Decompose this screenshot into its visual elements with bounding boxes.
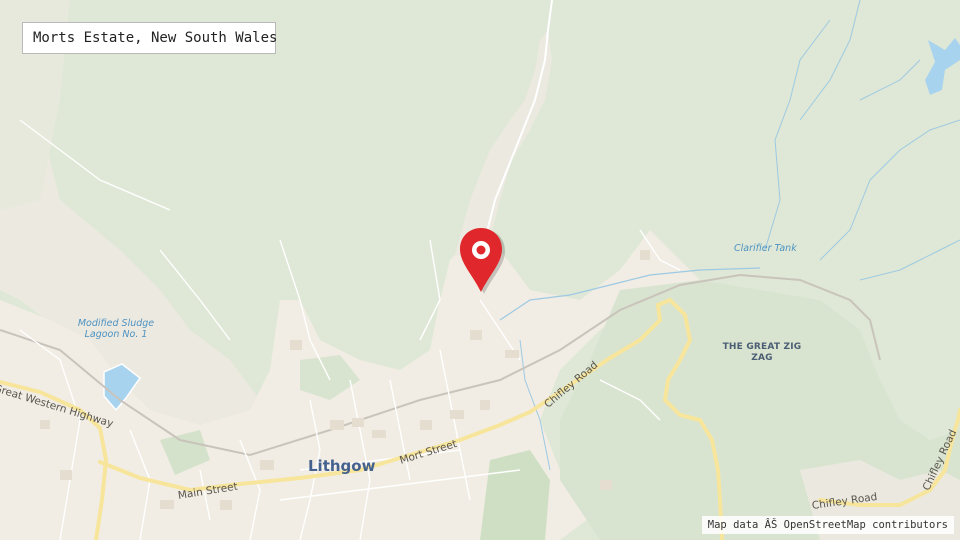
location-search-text[interactable]: Morts Estate, New South Wales bbox=[33, 30, 277, 46]
great-zig-zag-label-line-2: ZAG bbox=[751, 353, 773, 363]
great-zig-zag-label: THE GREAT ZIG ZAG bbox=[718, 342, 806, 364]
sludge-lagoon-label-line-1: Modified Sludge bbox=[77, 318, 155, 329]
town-label-lithgow: Lithgow bbox=[308, 457, 376, 475]
location-search-box[interactable]: Morts Estate, New South Wales bbox=[22, 22, 277, 54]
clarifier-tank-label: Clarifier Tank bbox=[734, 243, 797, 254]
sludge-lagoon-label-line-2: Lagoon No. 1 bbox=[84, 329, 148, 340]
map-attribution[interactable]: Map data ÂŠ OpenStreetMap contributors bbox=[701, 516, 954, 534]
sludge-lagoon-label: Modified Sludge Lagoon No. 1 bbox=[72, 318, 160, 340]
map-pin-icon[interactable] bbox=[458, 228, 506, 296]
map-canvas[interactable]: Modified Sludge Lagoon No. 1 Clarifier T… bbox=[0, 0, 960, 540]
clarifier-tank-label-line-1: Clarifier Tank bbox=[734, 243, 797, 254]
great-zig-zag-label-line-1: THE GREAT ZIG bbox=[722, 342, 802, 352]
